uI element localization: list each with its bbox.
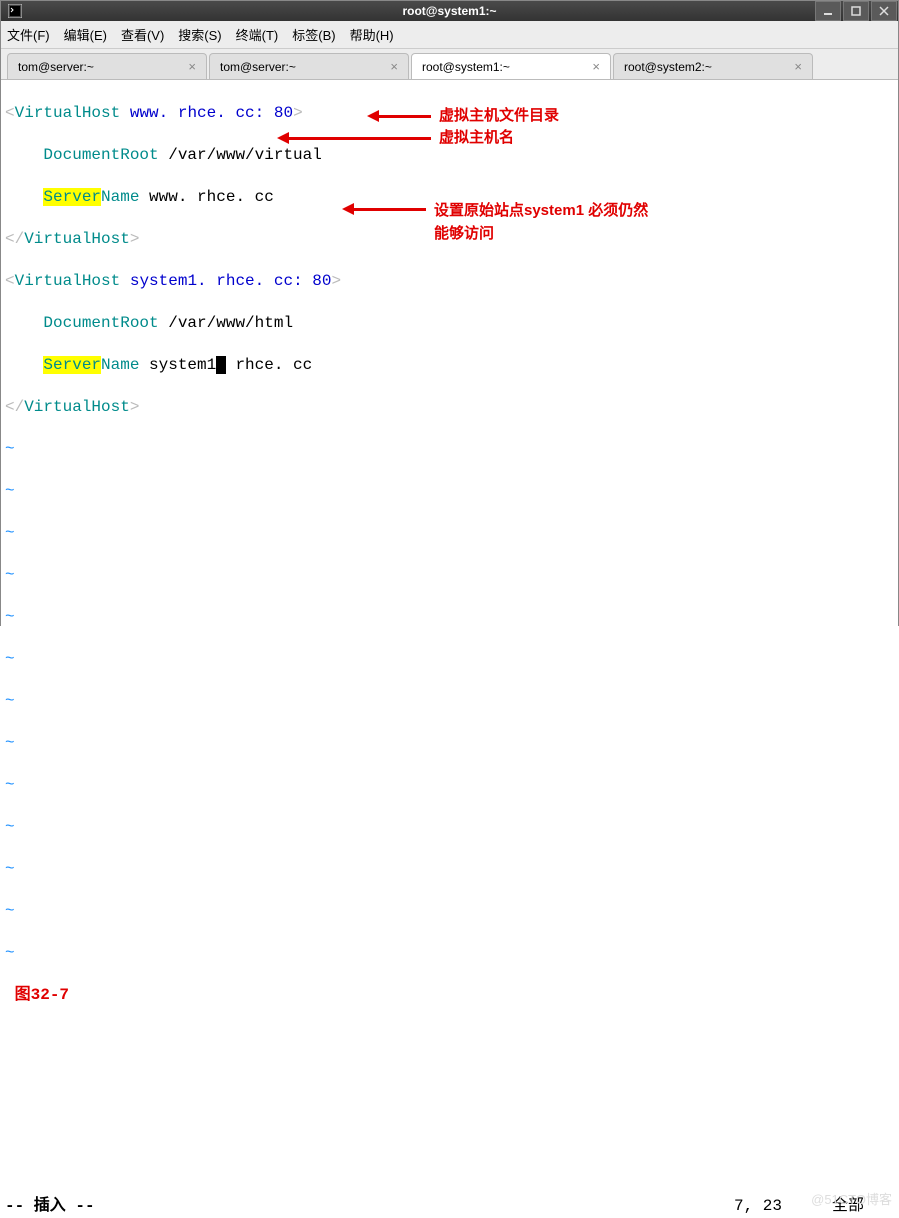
tab-label: tom@server:~ [18,60,180,74]
terminal-body[interactable]: <VirtualHost www. rhce. cc: 80> Document… [1,80,898,1218]
editor-line: <VirtualHost system1. rhce. cc: 80> [5,271,894,292]
editor-line: </VirtualHost> [5,397,894,418]
tab-label: root@system1:~ [422,60,584,74]
vim-mode: -- 插入 -- [5,1196,95,1217]
close-icon[interactable]: × [390,59,398,74]
close-icon[interactable]: × [188,59,196,74]
editor-line: DocumentRoot /var/www/html [5,313,894,334]
vim-tilde: ~ [5,565,894,586]
close-button[interactable] [871,1,897,21]
annotation-2: 虚拟主机名 [281,127,514,150]
vim-tilde: ~ [5,943,894,964]
close-icon[interactable]: × [794,59,802,74]
menu-help[interactable]: 帮助(H) [350,25,394,44]
vim-tilde: ~ [5,481,894,502]
menu-terminal[interactable]: 终端(T) [236,25,279,44]
arrow-icon [371,115,431,118]
tab-2[interactable]: tom@server:~ × [209,53,409,79]
terminal-icon [7,3,23,19]
vim-tilde: ~ [5,607,894,628]
figure-label: 图32-7 [5,985,894,1006]
vim-tilde: ~ [5,649,894,670]
window-controls [814,1,898,21]
vim-tilde: ~ [5,859,894,880]
vim-tilde: ~ [5,691,894,712]
menu-tabs[interactable]: 标签(B) [292,25,335,44]
titlebar[interactable]: root@system1:~ [1,1,898,21]
close-icon[interactable]: × [592,59,600,74]
menubar: 文件(F) 编辑(E) 查看(V) 搜索(S) 终端(T) 标签(B) 帮助(H… [1,21,898,49]
tab-4[interactable]: root@system2:~ × [613,53,813,79]
vim-tilde: ~ [5,733,894,754]
tabbar: tom@server:~ × tom@server:~ × root@syste… [1,49,898,80]
window-title: root@system1:~ [402,4,496,18]
annotation-3: 设置原始站点system1 必须仍然 能够访问 [346,200,648,245]
watermark: @51CTO博客 [811,1189,892,1210]
vim-tilde: ~ [5,523,894,544]
arrow-icon [281,137,431,140]
minimize-button[interactable] [815,1,841,21]
text-cursor: . [216,356,226,374]
menu-view[interactable]: 查看(V) [121,25,164,44]
vim-tilde: ~ [5,439,894,460]
editor-line: ServerName system1. rhce. cc [5,355,894,376]
vim-tilde: ~ [5,901,894,922]
menu-edit[interactable]: 编辑(E) [64,25,107,44]
arrow-icon [346,208,426,211]
menu-search[interactable]: 搜索(S) [178,25,221,44]
tab-1[interactable]: tom@server:~ × [7,53,207,79]
vim-tilde: ~ [5,817,894,838]
tab-label: root@system2:~ [624,60,786,74]
vim-tilde: ~ [5,775,894,796]
maximize-button[interactable] [843,1,869,21]
vim-status-line: -- 插入 -- 7, 23 全部 [5,1196,894,1217]
terminal-window: root@system1:~ 文件(F) 编辑(E) 查看(V) 搜索(S) 终… [0,0,899,626]
tab-label: tom@server:~ [220,60,382,74]
tab-3[interactable]: root@system1:~ × [411,53,611,79]
annotation-1: 虚拟主机文件目录 [371,105,559,128]
menu-file[interactable]: 文件(F) [7,25,50,44]
